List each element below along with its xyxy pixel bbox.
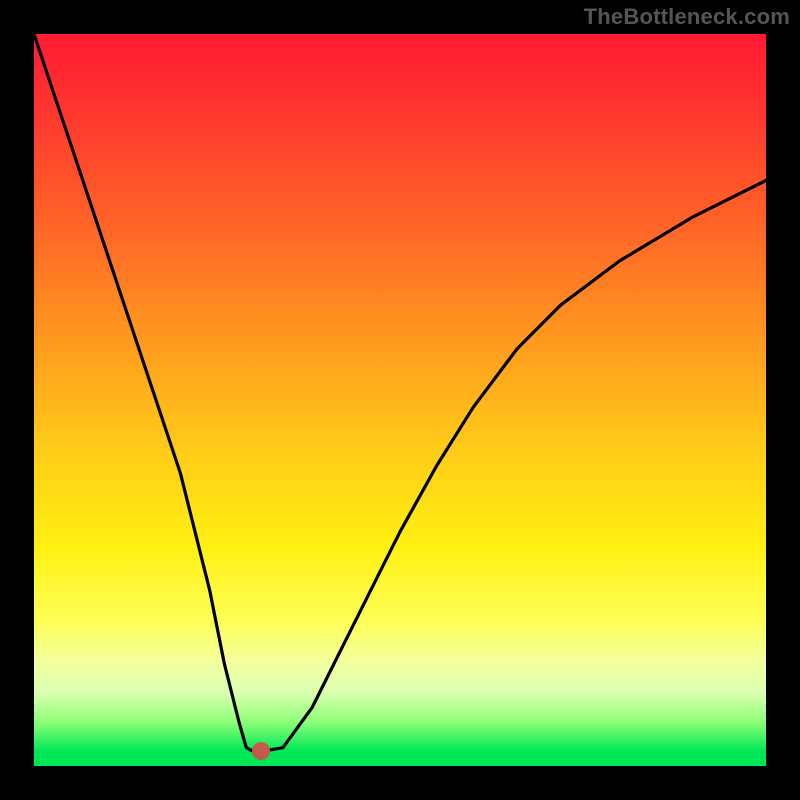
bottleneck-curve xyxy=(34,34,766,766)
optimal-point-marker xyxy=(252,742,270,760)
chart-frame: TheBottleneck.com xyxy=(0,0,800,800)
plot-area xyxy=(34,34,766,766)
watermark-text: TheBottleneck.com xyxy=(584,4,790,30)
